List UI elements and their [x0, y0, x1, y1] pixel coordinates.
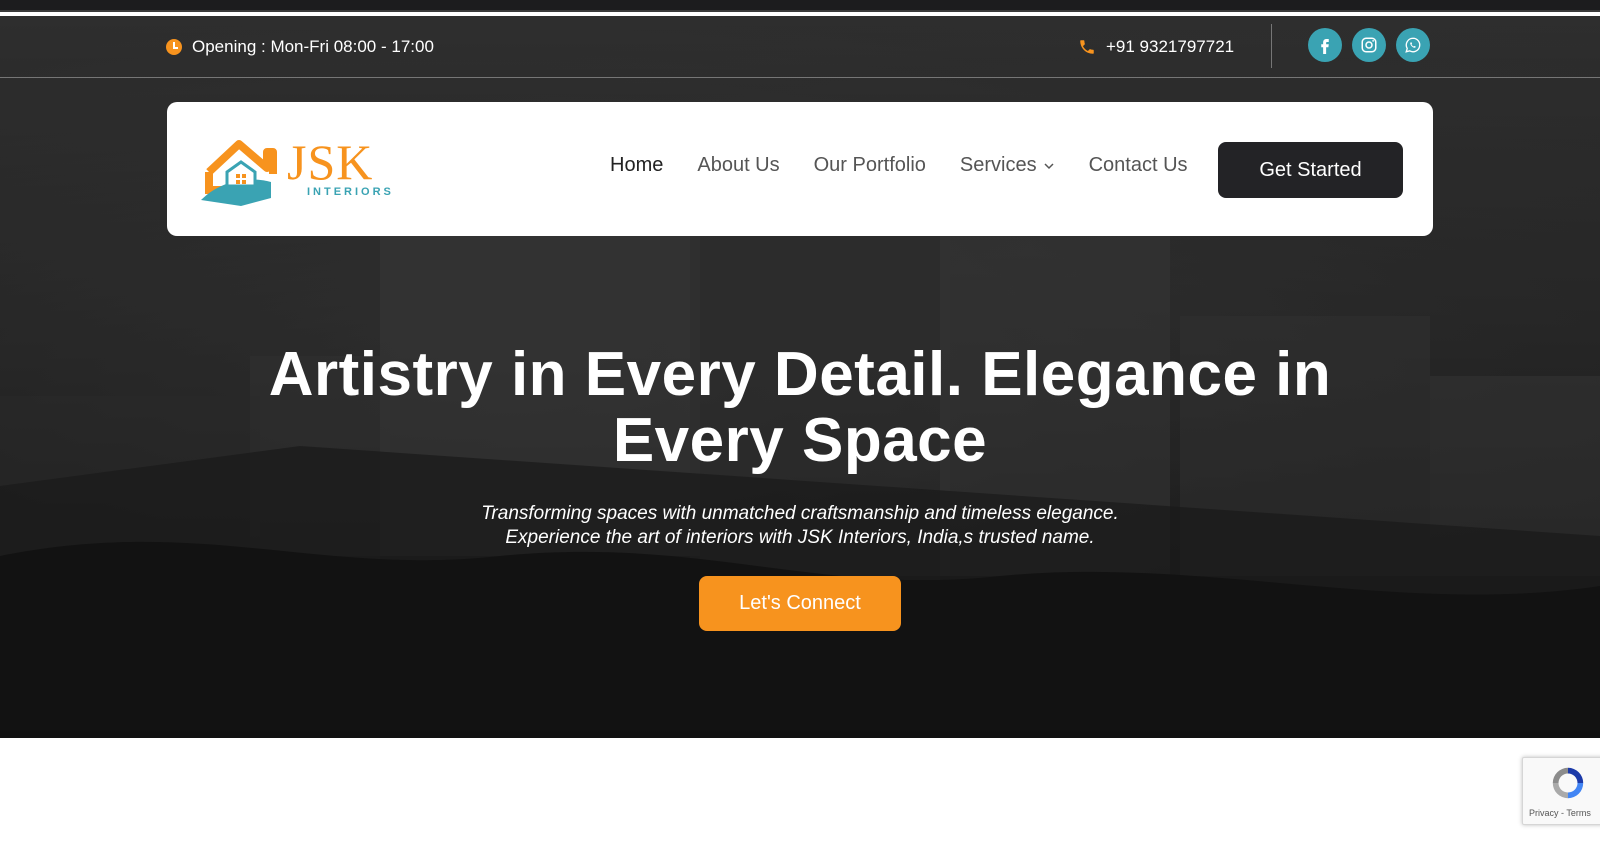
lets-connect-button[interactable]: Let's Connect: [699, 576, 901, 631]
opening-text: Opening : Mon-Fri 08:00 - 17:00: [192, 37, 434, 56]
opening-hours: Opening : Mon-Fri 08:00 - 17:00: [166, 34, 434, 60]
phone-number[interactable]: +91 9321797721: [1106, 37, 1234, 57]
recaptcha-badge[interactable]: Privacy - Terms: [1522, 757, 1600, 825]
phone-contact[interactable]: +91 9321797721: [1078, 34, 1234, 60]
recaptcha-privacy-link[interactable]: Privacy: [1529, 808, 1559, 818]
instagram-icon[interactable]: [1352, 28, 1386, 62]
nav-contact-us[interactable]: Contact Us: [1089, 154, 1188, 177]
recaptcha-icon: [1552, 767, 1584, 799]
hero-headline: Artistry in Every Detail. Elegance in Ev…: [200, 342, 1400, 474]
top-info-bar: Opening : Mon-Fri 08:00 - 17:00 +91 9321…: [0, 16, 1600, 78]
whatsapp-icon[interactable]: [1396, 28, 1430, 62]
social-links: [1308, 28, 1430, 62]
facebook-icon[interactable]: [1308, 28, 1342, 62]
hero-section: Opening : Mon-Fri 08:00 - 17:00 +91 9321…: [0, 16, 1600, 738]
browser-strip: [0, 0, 1600, 12]
subtext-line-1: Transforming spaces with unmatched craft…: [481, 503, 1119, 524]
nav-services-label: Services: [959, 154, 1037, 176]
get-started-button[interactable]: Get Started: [1218, 142, 1403, 198]
nav-our-portfolio[interactable]: Our Portfolio: [814, 154, 926, 177]
house-logo-icon: [201, 140, 277, 206]
nav-services[interactable]: Services: [960, 154, 1055, 177]
site-logo[interactable]: JSK INTERIORS: [201, 132, 391, 210]
nav-about-us[interactable]: About Us: [697, 154, 779, 177]
chevron-down-icon: [1044, 162, 1054, 169]
subtext-line-2: Experience the art of interiors with JSK…: [505, 527, 1095, 548]
clock-icon: [166, 39, 182, 55]
headline-line-2: Every Space: [612, 406, 988, 475]
logo-text: JSK: [287, 134, 374, 190]
hero-subtext: Transforming spaces with unmatched craft…: [300, 502, 1300, 550]
phone-icon: [1080, 40, 1094, 54]
logo-subtitle: INTERIORS: [307, 186, 394, 198]
topbar-divider: [1271, 24, 1272, 68]
recaptcha-terms-link[interactable]: Terms: [1566, 808, 1591, 818]
nav-home[interactable]: Home: [610, 154, 663, 177]
headline-line-1: Artistry in Every Detail. Elegance in: [268, 340, 1332, 409]
recaptcha-links: Privacy - Terms: [1529, 808, 1591, 818]
main-nav: Home About Us Our Portfolio Services Con…: [610, 154, 1188, 177]
navbar: JSK INTERIORS Home About Us Our Portfoli…: [167, 102, 1433, 236]
